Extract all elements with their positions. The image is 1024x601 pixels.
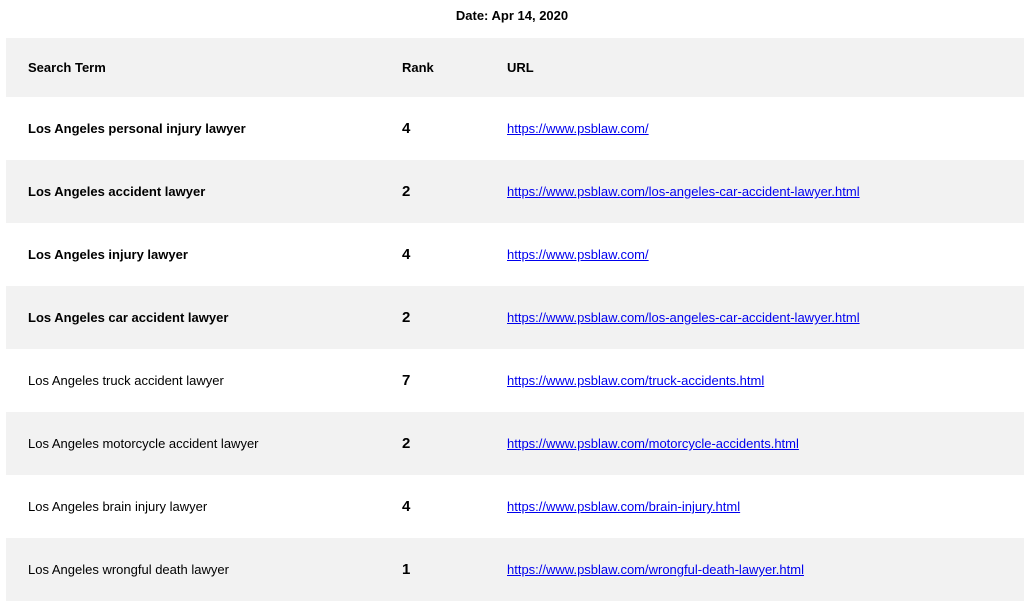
table-row: Los Angeles injury lawyer 4 https://www.… bbox=[6, 223, 1024, 286]
table-row: Los Angeles wrongful death lawyer 1 http… bbox=[6, 538, 1024, 601]
table-header-row: Search Term Rank URL bbox=[6, 38, 1024, 97]
table-row: Los Angeles motorcycle accident lawyer 2… bbox=[6, 412, 1024, 475]
search-term-cell: Los Angeles personal injury lawyer bbox=[28, 121, 246, 136]
date-label: Date: Apr 14, 2020 bbox=[455, 8, 569, 23]
table-row: Los Angeles brain injury lawyer 4 https:… bbox=[6, 475, 1024, 538]
table-row: Los Angeles accident lawyer 2 https://ww… bbox=[6, 160, 1024, 223]
table-row: Los Angeles truck accident lawyer 7 http… bbox=[6, 349, 1024, 412]
rank-cell: 4 bbox=[402, 120, 411, 137]
rank-cell: 4 bbox=[402, 246, 411, 263]
url-cell: https://www.psblaw.com/wrongful-death-la… bbox=[507, 562, 804, 577]
table-row: Los Angeles personal injury lawyer 4 htt… bbox=[6, 97, 1024, 160]
rank-cell: 2 bbox=[402, 183, 411, 200]
search-term-cell: Los Angeles brain injury lawyer bbox=[28, 499, 208, 514]
header-rank: Rank bbox=[402, 60, 434, 75]
header-url: URL bbox=[507, 60, 534, 75]
url-link[interactable]: https://www.psblaw.com/ bbox=[507, 247, 649, 262]
search-term-cell: Los Angeles wrongful death lawyer bbox=[28, 562, 229, 577]
url-link[interactable]: https://www.psblaw.com/motorcycle-accide… bbox=[507, 436, 799, 451]
url-cell: https://www.psblaw.com/ bbox=[507, 121, 649, 136]
url-link[interactable]: https://www.psblaw.com/los-angeles-car-a… bbox=[507, 310, 860, 325]
rankings-table: Search Term Rank URL Los Angeles persona… bbox=[6, 38, 1024, 601]
url-cell: https://www.psblaw.com/ bbox=[507, 247, 649, 262]
url-link[interactable]: https://www.psblaw.com/wrongful-death-la… bbox=[507, 562, 804, 577]
search-term-cell: Los Angeles motorcycle accident lawyer bbox=[28, 436, 259, 451]
rank-cell: 1 bbox=[402, 561, 411, 578]
url-link[interactable]: https://www.psblaw.com/los-angeles-car-a… bbox=[507, 184, 860, 199]
rank-cell: 4 bbox=[402, 498, 411, 515]
header-search-term: Search Term bbox=[28, 60, 106, 75]
url-cell: https://www.psblaw.com/los-angeles-car-a… bbox=[507, 184, 860, 199]
search-term-cell: Los Angeles truck accident lawyer bbox=[28, 373, 224, 388]
table-row: Los Angeles car accident lawyer 2 https:… bbox=[6, 286, 1024, 349]
url-link[interactable]: https://www.psblaw.com/ bbox=[507, 121, 649, 136]
url-cell: https://www.psblaw.com/brain-injury.html bbox=[507, 499, 740, 514]
url-link[interactable]: https://www.psblaw.com/brain-injury.html bbox=[507, 499, 740, 514]
url-cell: https://www.psblaw.com/truck-accidents.h… bbox=[507, 373, 764, 388]
rank-cell: 2 bbox=[402, 309, 411, 326]
search-term-cell: Los Angeles accident lawyer bbox=[28, 184, 206, 199]
rank-cell: 2 bbox=[402, 435, 411, 452]
url-link[interactable]: https://www.psblaw.com/truck-accidents.h… bbox=[507, 373, 764, 388]
search-term-cell: Los Angeles injury lawyer bbox=[28, 247, 188, 262]
url-cell: https://www.psblaw.com/motorcycle-accide… bbox=[507, 436, 799, 451]
search-term-cell: Los Angeles car accident lawyer bbox=[28, 310, 229, 325]
url-cell: https://www.psblaw.com/los-angeles-car-a… bbox=[507, 310, 860, 325]
rank-cell: 7 bbox=[402, 372, 411, 389]
